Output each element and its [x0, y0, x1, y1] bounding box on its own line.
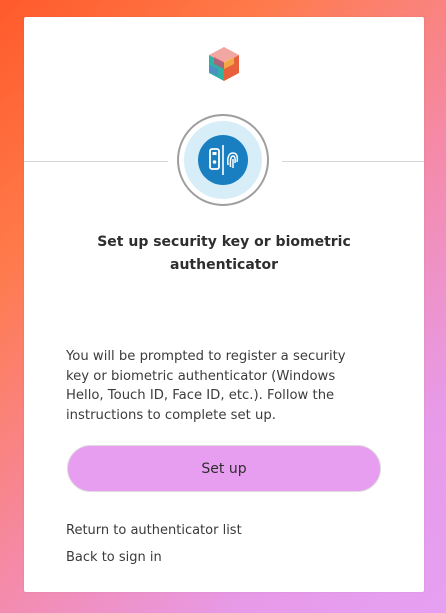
divider-left — [24, 161, 168, 162]
back-to-sign-in-link[interactable]: Back to sign in — [66, 550, 162, 565]
auth-card: Set up security key or biometric authent… — [24, 17, 424, 592]
page-title: Set up security key or biometric authent… — [97, 234, 351, 273]
brand-logo-icon — [209, 47, 239, 81]
instructions-text: You will be prompted to register a secur… — [66, 349, 346, 423]
return-to-authenticator-list-link[interactable]: Return to authenticator list — [66, 523, 242, 538]
security-key-fingerprint-icon — [209, 145, 239, 175]
divider-right — [282, 161, 424, 162]
setup-button[interactable]: Set up — [67, 445, 381, 492]
authenticator-badge — [177, 114, 269, 206]
